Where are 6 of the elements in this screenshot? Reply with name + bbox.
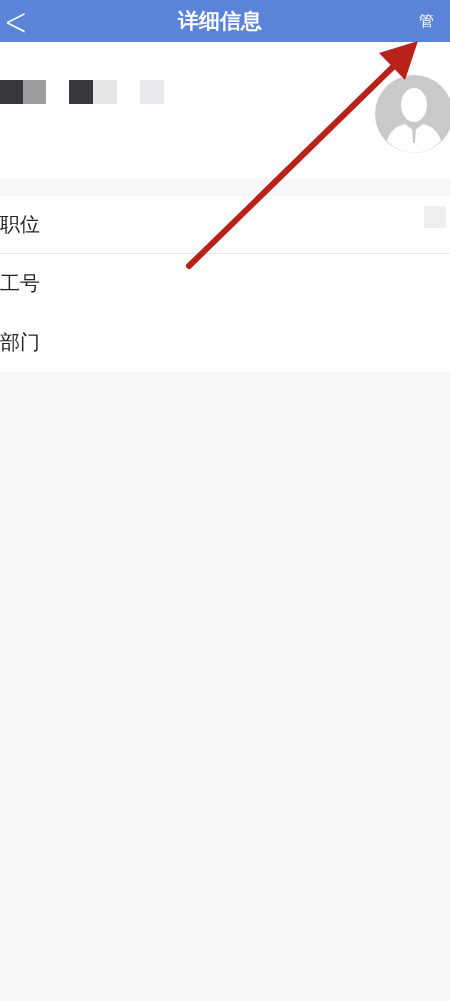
field-label: 部门 bbox=[0, 329, 40, 356]
page-title: 详细信息 bbox=[177, 8, 262, 35]
field-label: 工号 bbox=[0, 270, 40, 297]
back-button[interactable]: < bbox=[0, 0, 32, 45]
manage-button[interactable]: 管 bbox=[408, 11, 450, 31]
field-label: 职位 bbox=[0, 211, 40, 238]
